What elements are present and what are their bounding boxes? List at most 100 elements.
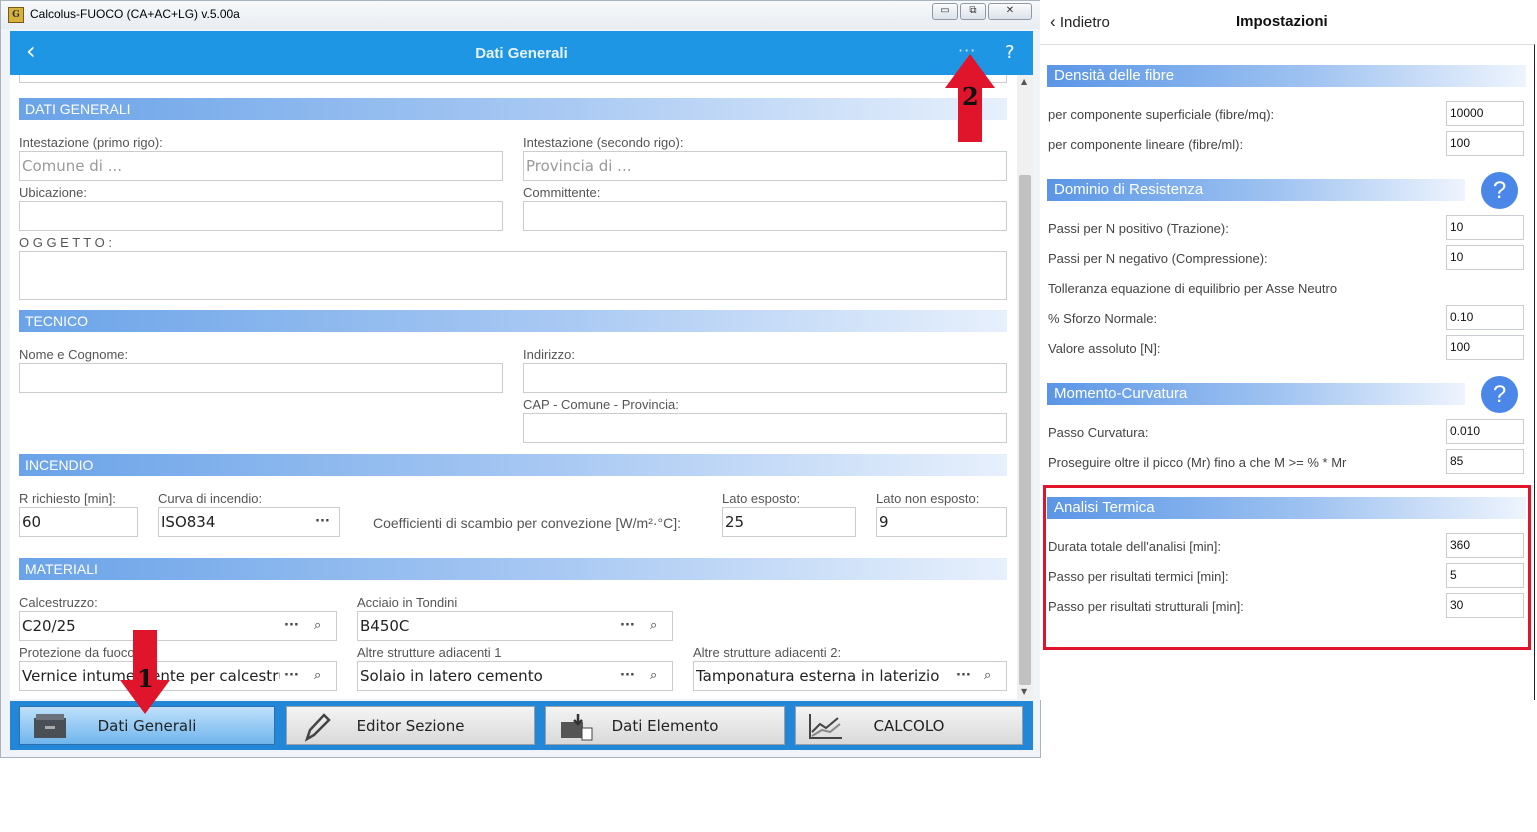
r-richiesto-label: R richiesto [min]: [19, 491, 116, 506]
ubicazione-input[interactable] [19, 201, 503, 231]
annotation-highlight-box [1043, 485, 1531, 650]
section-momento-curvatura: Momento-Curvatura [1047, 383, 1465, 405]
acciaio-search-icon[interactable]: ⌕ [650, 612, 657, 640]
dominio-help-button[interactable]: ? [1481, 172, 1518, 209]
title-bar: G Calcolus-FUOCO (CA+AC+LG) v.5.00a ▭ ⧉ … [1, 1, 1040, 29]
ubicazione-label: Ubicazione: [19, 185, 87, 200]
calcestruzzo-label: Calcestruzzo: [19, 595, 98, 610]
calcestruzzo-input[interactable]: C20/25 ··· ⌕ [19, 611, 337, 641]
acciaio-input[interactable]: B450C ··· ⌕ [357, 611, 673, 641]
lato-esposto-label: Lato esposto: [722, 491, 801, 506]
oggetto-label: O G G E T T O : [19, 235, 112, 250]
curva-value: ISO834 [161, 513, 216, 531]
superficiale-input[interactable]: 10000 [1446, 101, 1524, 126]
passi-negativo-input[interactable]: 10 [1446, 245, 1524, 270]
intestazione2-input[interactable]: Provincia di ... [523, 151, 1007, 181]
lineare-input[interactable]: 100 [1446, 131, 1524, 156]
settings-back-label: Indietro [1059, 14, 1110, 31]
dati-elemento-button[interactable]: Dati Elemento [545, 706, 785, 745]
curva-label: Curva di incendio: [158, 491, 263, 506]
acciaio-dots-button[interactable]: ··· [620, 612, 635, 640]
protezione-dots-button[interactable]: ··· [284, 662, 299, 690]
nome-input[interactable] [19, 363, 503, 393]
calcolo-label: CALCOLO [873, 717, 945, 735]
calcestruzzo-value: C20/25 [22, 617, 76, 635]
adiacenti1-search-icon[interactable]: ⌕ [650, 662, 657, 690]
acciaio-label: Acciaio in Tondini [357, 595, 458, 610]
lineare-label: per componente lineare (fibre/ml): [1048, 137, 1244, 152]
calcestruzzo-search-icon[interactable]: ⌕ [314, 612, 321, 640]
picco-input[interactable]: 85 [1446, 449, 1524, 474]
hidden-top-field[interactable] [19, 75, 1007, 83]
adiacenti2-search-icon[interactable]: ⌕ [984, 662, 991, 690]
intestazione1-label: Intestazione (primo rigo): [19, 135, 163, 150]
adiacenti1-dots-button[interactable]: ··· [620, 662, 635, 690]
page-header: ‹ Dati Generali ··· ? [10, 31, 1033, 75]
minimize-button[interactable]: ▭ [932, 3, 958, 20]
curva-input[interactable]: ISO834 ··· [158, 507, 340, 537]
section-dominio-resistenza: Dominio di Resistenza [1047, 179, 1465, 201]
window-title: Calcolus-FUOCO (CA+AC+LG) v.5.00a [30, 7, 240, 21]
protezione-search-icon[interactable]: ⌕ [314, 662, 321, 690]
dati-generali-label: Dati Generali [97, 717, 197, 735]
intestazione2-label: Intestazione (secondo rigo): [523, 135, 684, 150]
page-title: Dati Generali [475, 45, 568, 62]
dati-elemento-label: Dati Elemento [611, 717, 719, 735]
calcestruzzo-dots-button[interactable]: ··· [284, 612, 299, 640]
app-icon: G [8, 7, 24, 23]
scrollbar-thumb[interactable] [1019, 175, 1031, 685]
editor-sezione-label: Editor Sezione [356, 717, 465, 735]
curva-dots-button[interactable]: ··· [315, 508, 330, 536]
form-content: DATI GENERALI Intestazione (primo rigo):… [10, 75, 1017, 699]
sforzo-normale-label: % Sforzo Normale: [1048, 311, 1158, 326]
section-densita-fibre: Densità delle fibre [1047, 65, 1526, 87]
lato-non-esposto-label: Lato non esposto: [876, 491, 980, 506]
scroll-up-icon[interactable]: ▲ [1021, 77, 1027, 86]
adiacenti1-input[interactable]: Solaio in latero cemento ··· ⌕ [357, 661, 673, 691]
annotation-arrow-2: 2 [943, 52, 997, 144]
coefficienti-label: Coefficienti di scambio per convezione [… [373, 515, 682, 531]
adiacenti2-dots-button[interactable]: ··· [956, 662, 971, 690]
adiacenti2-label: Altre strutture adiacenti 2: [693, 645, 842, 660]
editor-sezione-button[interactable]: Editor Sezione [286, 706, 535, 745]
help-button[interactable]: ? [1005, 42, 1015, 63]
picco-label: Proseguire oltre il picco (Mr) fino a ch… [1048, 455, 1347, 470]
lato-non-esposto-input[interactable]: 9 [876, 507, 1007, 537]
section-tecnico: TECNICO [19, 310, 1007, 332]
section-dati-generali: DATI GENERALI [19, 98, 1007, 120]
committente-input[interactable] [523, 201, 1007, 231]
protezione-input[interactable]: Vernice intumescente per calcestruzzo ··… [19, 661, 337, 691]
passo-curvatura-input[interactable]: 0.010 [1446, 419, 1524, 444]
section-materiali: MATERIALI [19, 558, 1007, 580]
maximize-button[interactable]: ⧉ [960, 3, 986, 20]
intestazione1-input[interactable]: Comune di ... [19, 151, 503, 181]
acciaio-value: B450C [360, 617, 410, 635]
lato-esposto-input[interactable]: 25 [722, 507, 856, 537]
scroll-down-icon[interactable]: ▼ [1021, 687, 1027, 696]
superficiale-label: per componente superficiale (fibre/mq): [1048, 107, 1275, 122]
settings-back-button[interactable]: ‹ Indietro [1050, 12, 1110, 32]
adiacenti2-input[interactable]: Tamponatura esterna in laterizio ··· ⌕ [693, 661, 1007, 691]
adiacenti1-label: Altre strutture adiacenti 1 [357, 645, 502, 660]
indirizzo-label: Indirizzo: [523, 347, 576, 362]
indirizzo-input[interactable] [523, 363, 1007, 393]
annotation-number-1: 1 [137, 664, 154, 693]
cap-input[interactable] [523, 413, 1007, 443]
annotation-arrow-1: 1 [118, 628, 172, 716]
tolleranza-label: Tolleranza equazione di equilibrio per A… [1048, 281, 1338, 296]
valore-assoluto-input[interactable]: 100 [1446, 335, 1524, 360]
passi-positivo-label: Passi per N positivo (Trazione): [1048, 221, 1229, 236]
annotation-number-2: 2 [962, 82, 979, 111]
calcolo-button[interactable]: CALCOLO [795, 706, 1023, 745]
adiacenti2-value: Tamponatura esterna in laterizio [696, 667, 940, 685]
passi-negativo-label: Passi per N negativo (Compressione): [1048, 251, 1268, 266]
r-richiesto-input[interactable]: 60 [19, 507, 138, 537]
passi-positivo-input[interactable]: 10 [1446, 215, 1524, 240]
close-button[interactable]: ✕ [988, 3, 1032, 20]
nome-label: Nome e Cognome: [19, 347, 129, 362]
oggetto-textarea[interactable] [19, 251, 1007, 300]
section-incendio: INCENDIO [19, 454, 1007, 476]
momento-help-button[interactable]: ? [1481, 376, 1518, 413]
vertical-scrollbar[interactable]: ▲ ▼ [1017, 75, 1033, 699]
sforzo-normale-input[interactable]: 0.10 [1446, 305, 1524, 330]
